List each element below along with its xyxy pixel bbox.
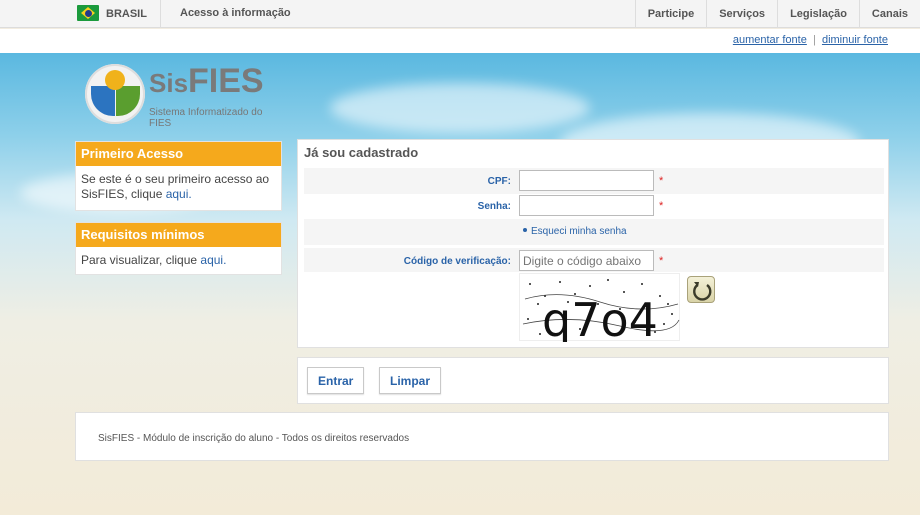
nav-servicos[interactable]: Serviços [706, 0, 777, 28]
requirements-box: Requisitos mínimos Para visualizar, cliq… [75, 222, 282, 275]
captcha-text: q7o4 [542, 293, 658, 342]
cpf-label: CPF: [487, 176, 511, 187]
sisfies-logo[interactable]: SisFIES Sistema Informatizado do FIES [85, 62, 285, 129]
nav-legislacao[interactable]: Legislação [777, 0, 859, 28]
first-access-text: Se este é o seu primeiro acesso ao SisFI… [81, 172, 270, 201]
fies-emblem-icon [85, 64, 145, 124]
code-label: Código de verificação: [403, 256, 511, 267]
requirements-title: Requisitos mínimos [76, 223, 281, 247]
logo-title: SisFIES [149, 62, 264, 100]
buttons-panel: Entrar Limpar [297, 357, 889, 404]
login-title: Já sou cadastrado [304, 145, 419, 160]
password-label: Senha: [477, 201, 511, 212]
footer-text: SisFIES - Módulo de inscrição do aluno -… [98, 433, 410, 444]
access-info-link[interactable]: Acesso à informação [180, 7, 291, 19]
login-panel: Já sou cadastrado CPF: * Senha: * Esquec… [297, 139, 889, 348]
gov-bar: BRASIL Acesso à informação Participe Ser… [0, 0, 920, 28]
code-required-mark: * [659, 255, 664, 267]
password-required-mark: * [659, 200, 664, 212]
font-size-links: aumentar fonte | diminuir fonte [732, 34, 888, 46]
footer: SisFIES - Módulo de inscrição do aluno -… [75, 412, 889, 461]
refresh-icon [693, 282, 712, 301]
bullet-icon [523, 228, 527, 232]
cpf-input[interactable] [519, 170, 654, 191]
first-access-box: Primeiro Acesso Se este é o seu primeiro… [75, 141, 282, 211]
first-access-title: Primeiro Acesso [76, 142, 281, 166]
cpf-required-mark: * [659, 175, 664, 187]
gov-nav: Participe Serviços Legislação Canais [634, 0, 920, 28]
requirements-link[interactable]: aqui. [200, 253, 226, 267]
increase-font-link[interactable]: aumentar fonte [733, 34, 807, 46]
divider [160, 0, 161, 28]
clear-button[interactable]: Limpar [379, 367, 442, 394]
brazil-flag-icon [77, 5, 99, 21]
refresh-captcha-button[interactable] [687, 276, 715, 303]
nav-participe[interactable]: Participe [634, 0, 706, 28]
nav-canais[interactable]: Canais [858, 0, 920, 28]
forgot-password-link[interactable]: Esqueci minha senha [531, 226, 627, 237]
requirements-text: Para visualizar, clique aqui. [81, 253, 227, 267]
enter-button[interactable]: Entrar [307, 367, 365, 394]
decrease-font-link[interactable]: diminuir fonte [822, 34, 888, 46]
first-access-link[interactable]: aqui. [166, 187, 192, 201]
password-input[interactable] [519, 195, 654, 216]
captcha-image: q7o4 [519, 273, 680, 347]
font-size-bar: aumentar fonte | diminuir fonte [0, 29, 920, 53]
logo-subtitle: Sistema Informatizado do FIES [149, 107, 263, 129]
brasil-link[interactable]: BRASIL [106, 8, 147, 20]
verification-code-input[interactable] [519, 250, 654, 271]
